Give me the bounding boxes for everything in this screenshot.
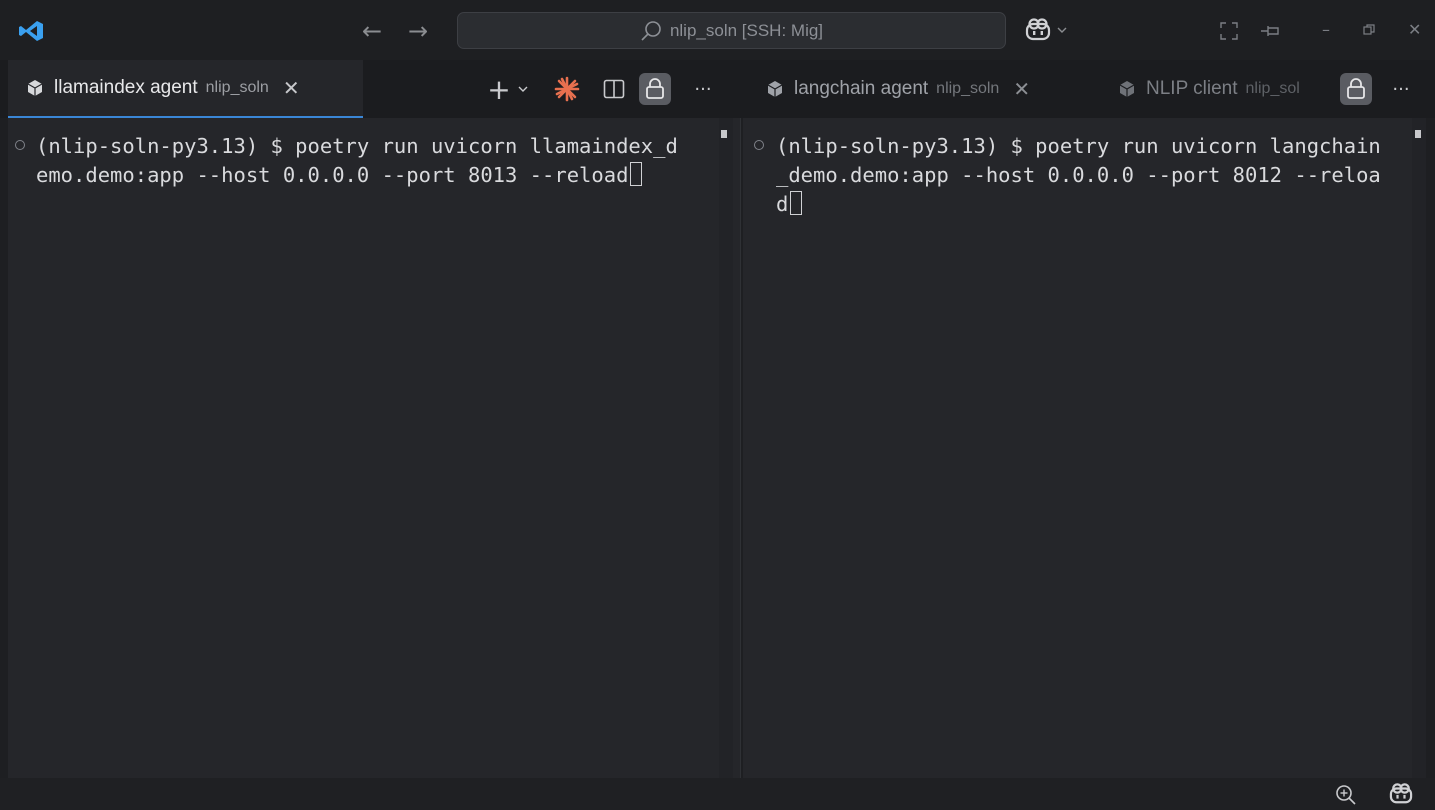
terminal-cursor (790, 191, 803, 215)
more-actions-button[interactable]: ··· (688, 73, 718, 105)
lock-icon (1347, 78, 1365, 99)
split-editor-icon (603, 79, 625, 99)
left-tab-bar: llamaindex agent nlip_soln ✕ + ··· (0, 60, 740, 118)
terminal-line: d (776, 192, 789, 216)
layout-icon[interactable] (1220, 22, 1238, 40)
lock-group-button[interactable] (639, 73, 671, 105)
lock-icon (646, 78, 664, 99)
terminal-output[interactable]: (nlip-soln-py3.13) $ poetry run uvicorn … (776, 132, 1381, 219)
tab-title: langchain agent (794, 78, 929, 99)
claude-icon (554, 76, 580, 102)
terminal-cube-icon (767, 81, 783, 97)
tab-title: llamaindex agent (54, 77, 198, 98)
tab-title: NLIP client (1146, 78, 1238, 99)
tab-subtitle: nlip_sol (1245, 80, 1300, 97)
lock-group-button[interactable] (1340, 73, 1372, 105)
arrow-left-icon[interactable]: ← (362, 18, 382, 44)
command-center-search[interactable]: nlip_soln [SSH: Mig] (457, 12, 1006, 49)
terminal-cube-icon (27, 80, 43, 96)
new-terminal-button[interactable]: + (484, 72, 532, 106)
close-icon[interactable]: ✕ (1408, 20, 1421, 40)
command-decoration-icon[interactable] (754, 140, 764, 150)
terminal-scrollbar[interactable] (719, 118, 733, 778)
tab-nlip-client[interactable]: NLIP client nlip_sol (1114, 60, 1338, 118)
ellipsis-icon: ··· (694, 78, 712, 100)
chevron-down-icon (518, 86, 528, 92)
plus-icon: + (487, 72, 511, 106)
minimize-icon[interactable]: – (1322, 20, 1330, 40)
arrow-right-icon[interactable]: → (408, 18, 428, 44)
tab-close-icon[interactable]: ✕ (283, 76, 300, 100)
tab-close-icon[interactable]: ✕ (1013, 77, 1030, 101)
scroll-thumb[interactable] (1415, 130, 1421, 138)
zoom-in-icon[interactable] (1335, 784, 1357, 806)
terminal-line: (nlip-soln-py3.13) $ poetry run uvicorn … (36, 134, 678, 158)
command-decoration-icon[interactable] (15, 140, 25, 150)
terminal-scrollbar[interactable] (1412, 118, 1426, 778)
tab-llamaindex-agent[interactable]: llamaindex agent nlip_soln ✕ (8, 60, 363, 118)
command-center-label: nlip_soln [SSH: Mig] (669, 20, 824, 40)
terminal-pane-right[interactable]: (nlip-soln-py3.13) $ poetry run uvicorn … (743, 118, 1426, 778)
chevron-down-icon (1057, 27, 1067, 33)
copilot-icon[interactable] (1388, 783, 1414, 805)
copilot-menu-button[interactable] (1024, 18, 1068, 42)
scroll-thumb[interactable] (721, 130, 727, 138)
terminal-output[interactable]: (nlip-soln-py3.13) $ poetry run uvicorn … (36, 132, 678, 190)
vscode-logo-icon (19, 21, 43, 41)
ellipsis-icon: ··· (1392, 78, 1410, 100)
terminal-cursor (630, 162, 643, 186)
vscode-window: ← → nlip_soln [SSH: Mig] – ✕ llamaindex … (0, 0, 1435, 810)
terminal-cube-icon (1119, 81, 1135, 97)
terminal-line: _demo.demo:app --host 0.0.0.0 --port 801… (776, 163, 1381, 187)
terminal-line: emo.demo:app --host 0.0.0.0 --port 8013 … (36, 163, 629, 187)
tab-subtitle: nlip_soln (205, 79, 269, 96)
copilot-icon (1025, 18, 1051, 41)
pin-icon[interactable] (1260, 22, 1282, 40)
status-bar (0, 778, 1435, 810)
tab-langchain-agent[interactable]: langchain agent nlip_soln ✕ (744, 60, 1089, 118)
restore-icon[interactable] (1363, 24, 1375, 36)
split-editor-button[interactable] (600, 73, 628, 105)
title-bar: ← → nlip_soln [SSH: Mig] – ✕ (0, 0, 1435, 60)
terminal-pane-left[interactable]: (nlip-soln-py3.13) $ poetry run uvicorn … (8, 118, 741, 778)
search-icon (641, 20, 661, 41)
tab-subtitle: nlip_soln (936, 80, 1000, 97)
more-actions-button[interactable]: ··· (1386, 73, 1416, 105)
claude-button[interactable] (552, 73, 582, 105)
terminal-line: (nlip-soln-py3.13) $ poetry run uvicorn … (776, 134, 1381, 158)
right-tab-bar: langchain agent nlip_soln ✕ NLIP client … (740, 60, 1435, 118)
